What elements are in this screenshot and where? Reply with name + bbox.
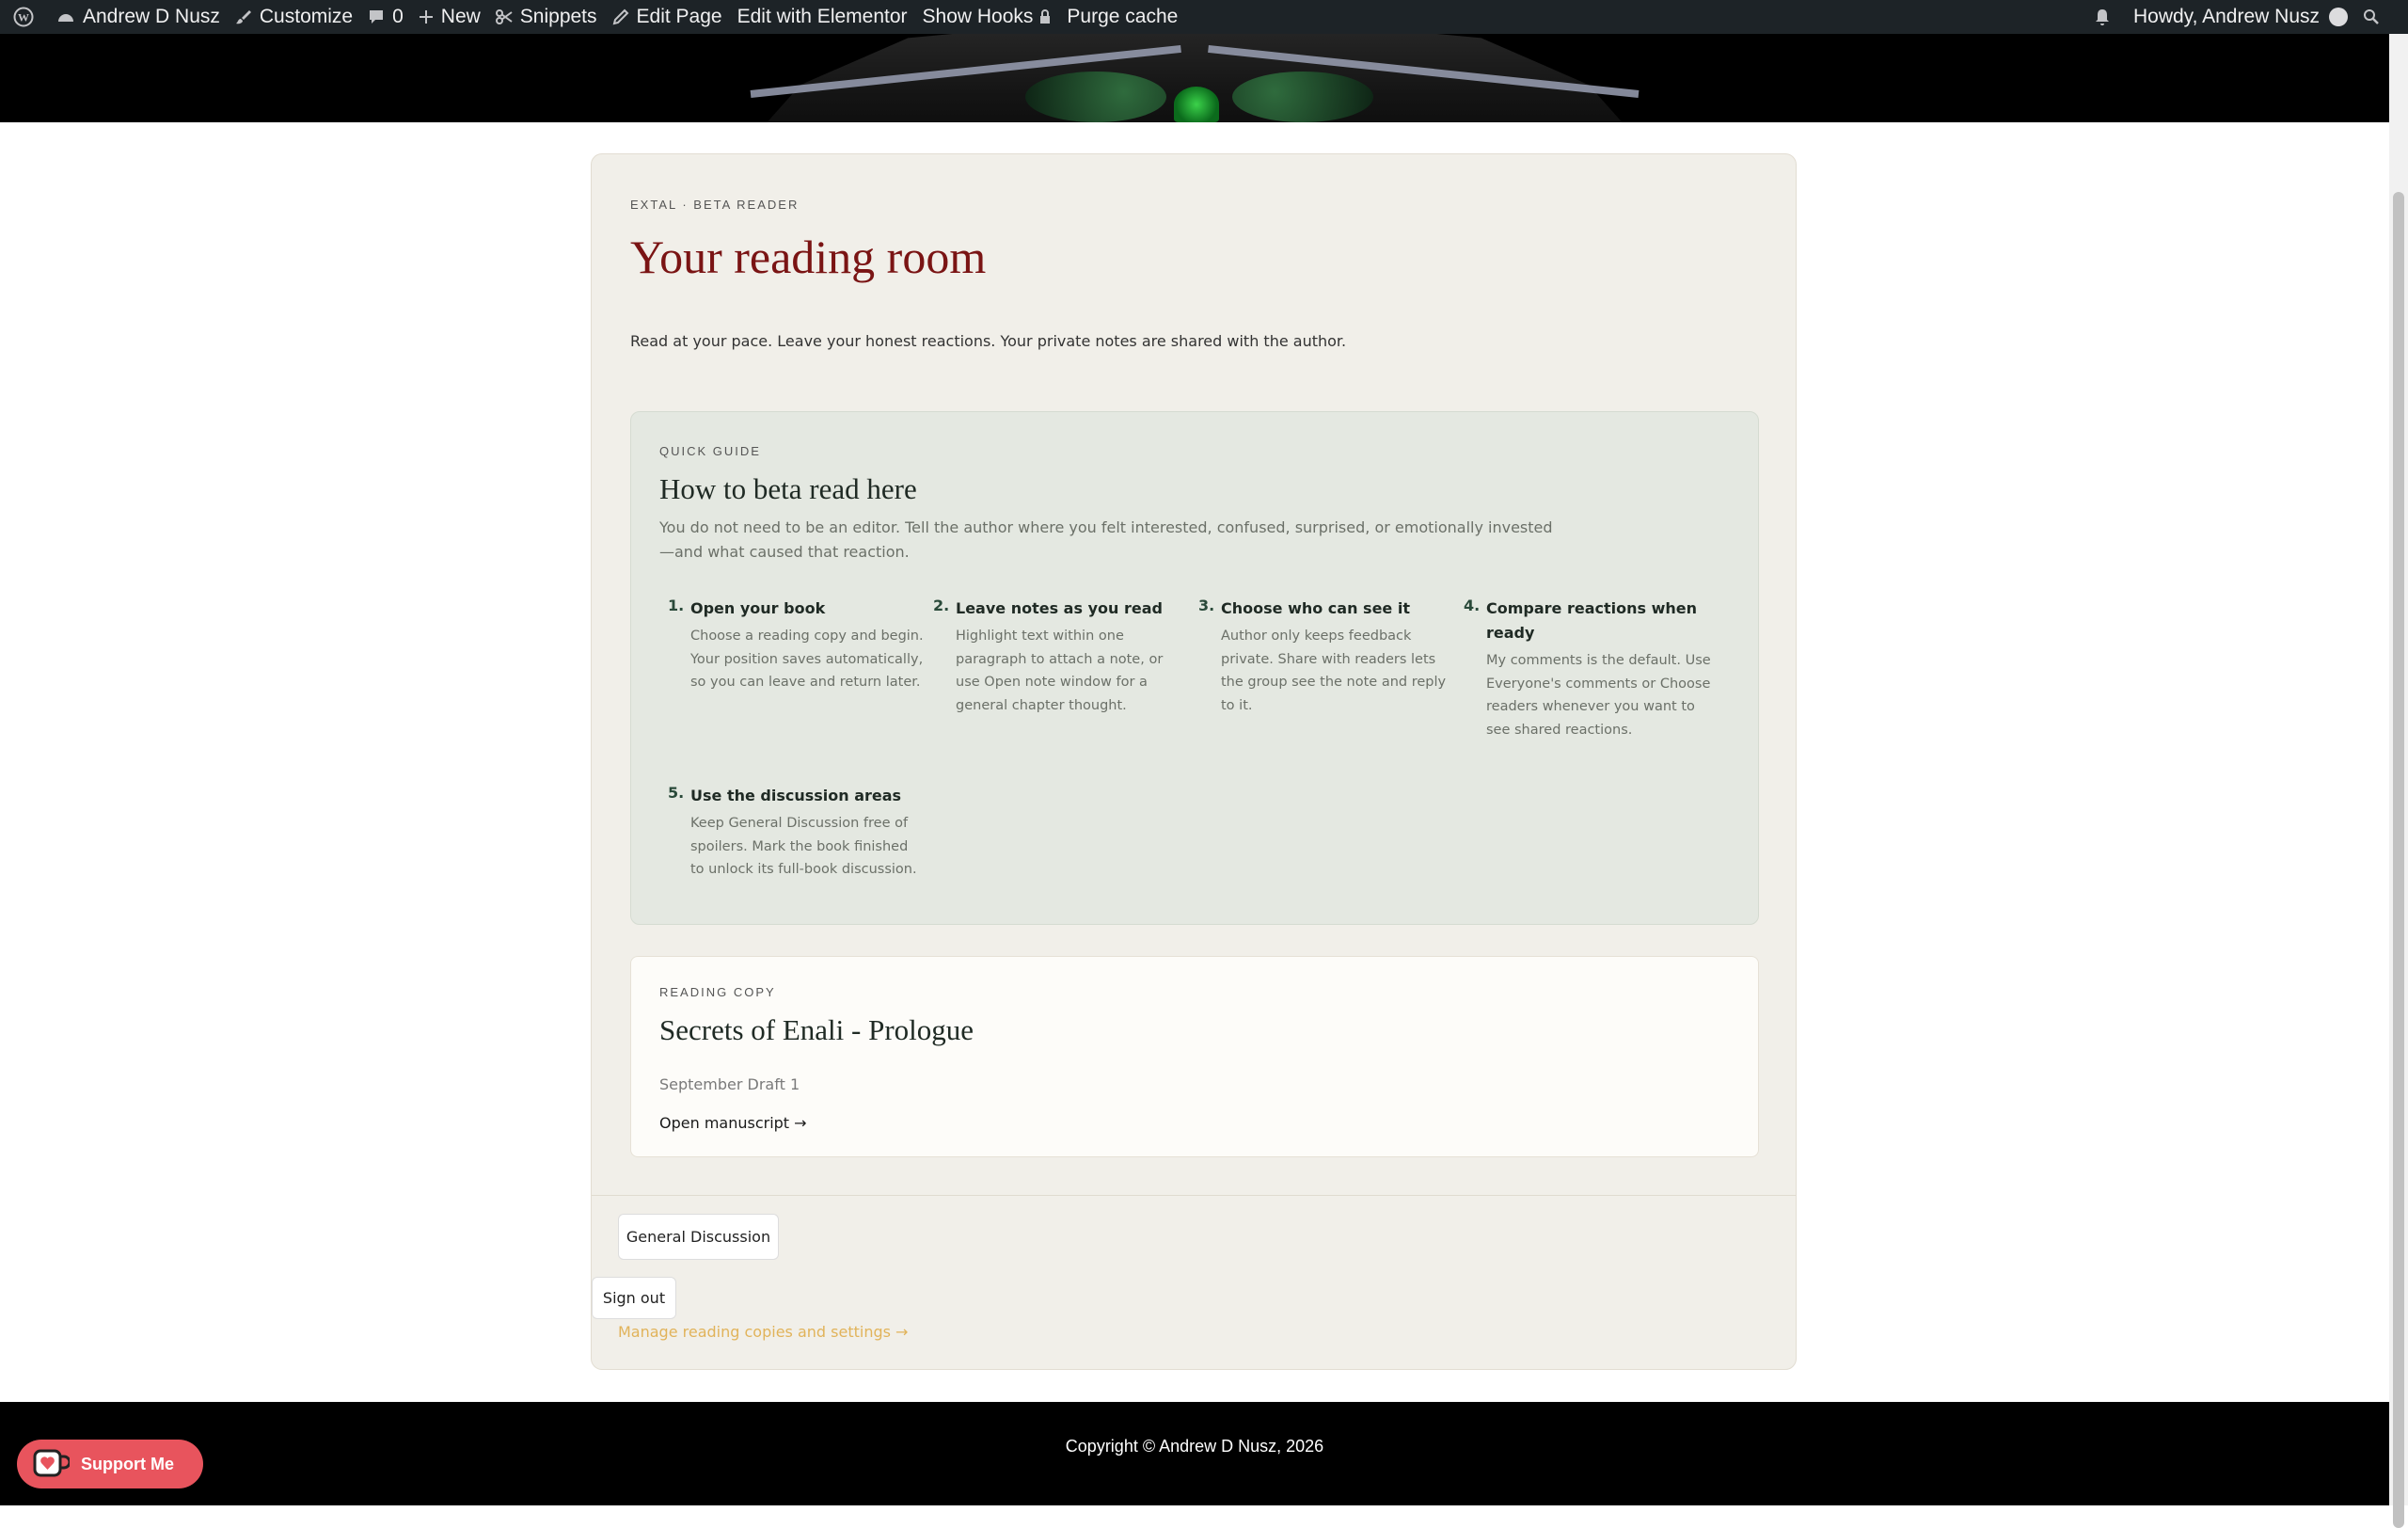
banner-dragon-right: [1232, 72, 1373, 122]
search-icon: [2364, 9, 2379, 24]
wordpress-logo-icon[interactable]: W: [6, 0, 49, 34]
brush-icon: [235, 10, 251, 24]
banner-gem: [1174, 87, 1219, 122]
reading-copy-title: Secrets of Enali - Prologue: [659, 1013, 974, 1046]
customize-label: Customize: [259, 6, 354, 27]
admin-bar-edit-with-elementor[interactable]: Edit with Elementor: [730, 0, 915, 34]
sign-out-button[interactable]: Sign out: [592, 1277, 676, 1319]
purge-cache-label: Purge cache: [1067, 6, 1179, 27]
site-name-label: Andrew D Nusz: [83, 6, 220, 27]
admin-bar-snippets[interactable]: Snippets: [488, 0, 605, 34]
lock-icon: [1040, 9, 1051, 24]
step-title: Open your book: [690, 599, 826, 617]
guide-description: You do not need to be an editor. Tell th…: [659, 518, 1553, 561]
site-footer: Copyright © Andrew D Nusz, 2026: [0, 1402, 2389, 1505]
guide-title: How to beta read here: [659, 472, 917, 505]
edit-page-label: Edit Page: [636, 6, 722, 27]
svg-text:W: W: [18, 11, 29, 24]
step-number: 2.: [933, 597, 950, 614]
page-scrollbar[interactable]: [2389, 34, 2408, 1528]
reading-copy-card: READING COPY Secrets of Enali - Prologue…: [630, 956, 1759, 1157]
guide-eyebrow: QUICK GUIDE: [659, 444, 761, 458]
step-description: Highlight text within one paragraph to a…: [956, 629, 1164, 713]
step-number: 1.: [668, 597, 685, 614]
howdy-label: Howdy, Andrew Nusz: [2132, 6, 2320, 27]
scissors-icon: [495, 9, 513, 24]
banner-dragon-left: [1025, 72, 1166, 122]
elementor-label: Edit with Elementor: [737, 6, 908, 27]
step-title: Choose who can see it: [1221, 599, 1410, 617]
admin-bar-notifications[interactable]: [2086, 0, 2126, 34]
section-divider: [592, 1195, 1796, 1196]
pencil-icon: [612, 8, 628, 25]
admin-bar-comments[interactable]: 0: [360, 0, 411, 34]
guide-step-1: 1. Open your book Choose a reading copy …: [668, 597, 926, 694]
comment-icon: [370, 10, 384, 24]
step-title: Compare reactions when ready: [1486, 599, 1698, 642]
general-discussion-button[interactable]: General Discussion: [618, 1214, 779, 1260]
step-number: 5.: [668, 784, 685, 802]
manage-settings-link[interactable]: Manage reading copies and settings →: [618, 1323, 908, 1341]
page-intro: Read at your pace. Leave your honest rea…: [630, 332, 1347, 350]
site-header: [0, 34, 2408, 122]
comments-count: 0: [392, 6, 404, 27]
admin-bar-new[interactable]: New: [411, 0, 488, 34]
dashboard-icon: [58, 14, 73, 22]
step-description: Choose a reading copy and begin. Your po…: [690, 629, 924, 690]
guide-step-5: 5. Use the discussion areas Keep General…: [668, 784, 926, 882]
guide-step-2: 2. Leave notes as you read Highlight tex…: [933, 597, 1191, 717]
page-title: Your reading room: [630, 231, 987, 283]
bell-icon: [2095, 9, 2109, 25]
step-description: Keep General Discussion free of spoilers…: [690, 816, 917, 877]
quick-guide-panel: QUICK GUIDE How to beta read here You do…: [630, 411, 1759, 925]
avatar: [2329, 8, 2348, 26]
admin-bar-site-name[interactable]: Andrew D Nusz: [49, 0, 228, 34]
admin-bar-purge-cache[interactable]: Purge cache: [1059, 0, 1185, 34]
step-title: Leave notes as you read: [956, 599, 1163, 617]
reading-room-card: EXTAL · BETA READER Your reading room Re…: [591, 153, 1797, 1370]
step-number: 3.: [1198, 597, 1215, 614]
step-number: 4.: [1464, 597, 1481, 614]
open-manuscript-link[interactable]: Open manuscript →: [659, 1114, 807, 1132]
page-eyebrow: EXTAL · BETA READER: [630, 198, 800, 212]
coffee-cup-icon: [33, 1449, 70, 1477]
admin-bar-search[interactable]: [2355, 0, 2408, 34]
show-hooks-label: Show Hooks: [922, 6, 1034, 27]
reading-copy-eyebrow: READING COPY: [659, 985, 776, 999]
snippets-label: Snippets: [519, 6, 597, 27]
admin-bar-edit-page[interactable]: Edit Page: [605, 0, 730, 34]
step-description: Author only keeps feedback private. Shar…: [1221, 629, 1447, 713]
admin-bar-account[interactable]: Howdy, Andrew Nusz: [2126, 0, 2355, 34]
new-label: New: [440, 6, 481, 27]
scrollbar-thumb[interactable]: [2393, 192, 2404, 1528]
plus-icon: [419, 10, 433, 24]
support-me-label: Support Me: [81, 1454, 174, 1473]
admin-bar-customize[interactable]: Customize: [228, 0, 360, 34]
guide-step-3: 3. Choose who can see it Author only kee…: [1198, 597, 1456, 717]
reading-copy-subtitle: September Draft 1: [659, 1075, 800, 1093]
guide-step-4: 4. Compare reactions when ready My comme…: [1464, 597, 1721, 741]
admin-bar-show-hooks[interactable]: Show Hooks: [915, 0, 1060, 34]
step-title: Use the discussion areas: [690, 787, 902, 804]
step-description: My comments is the default. Use Everyone…: [1486, 653, 1711, 738]
support-me-button[interactable]: Support Me: [17, 1440, 203, 1488]
copyright-text: Copyright © Andrew D Nusz, 2026: [1065, 1437, 1324, 1456]
admin-bar: W Andrew D Nusz Customize 0 New Snippets…: [0, 0, 2408, 34]
